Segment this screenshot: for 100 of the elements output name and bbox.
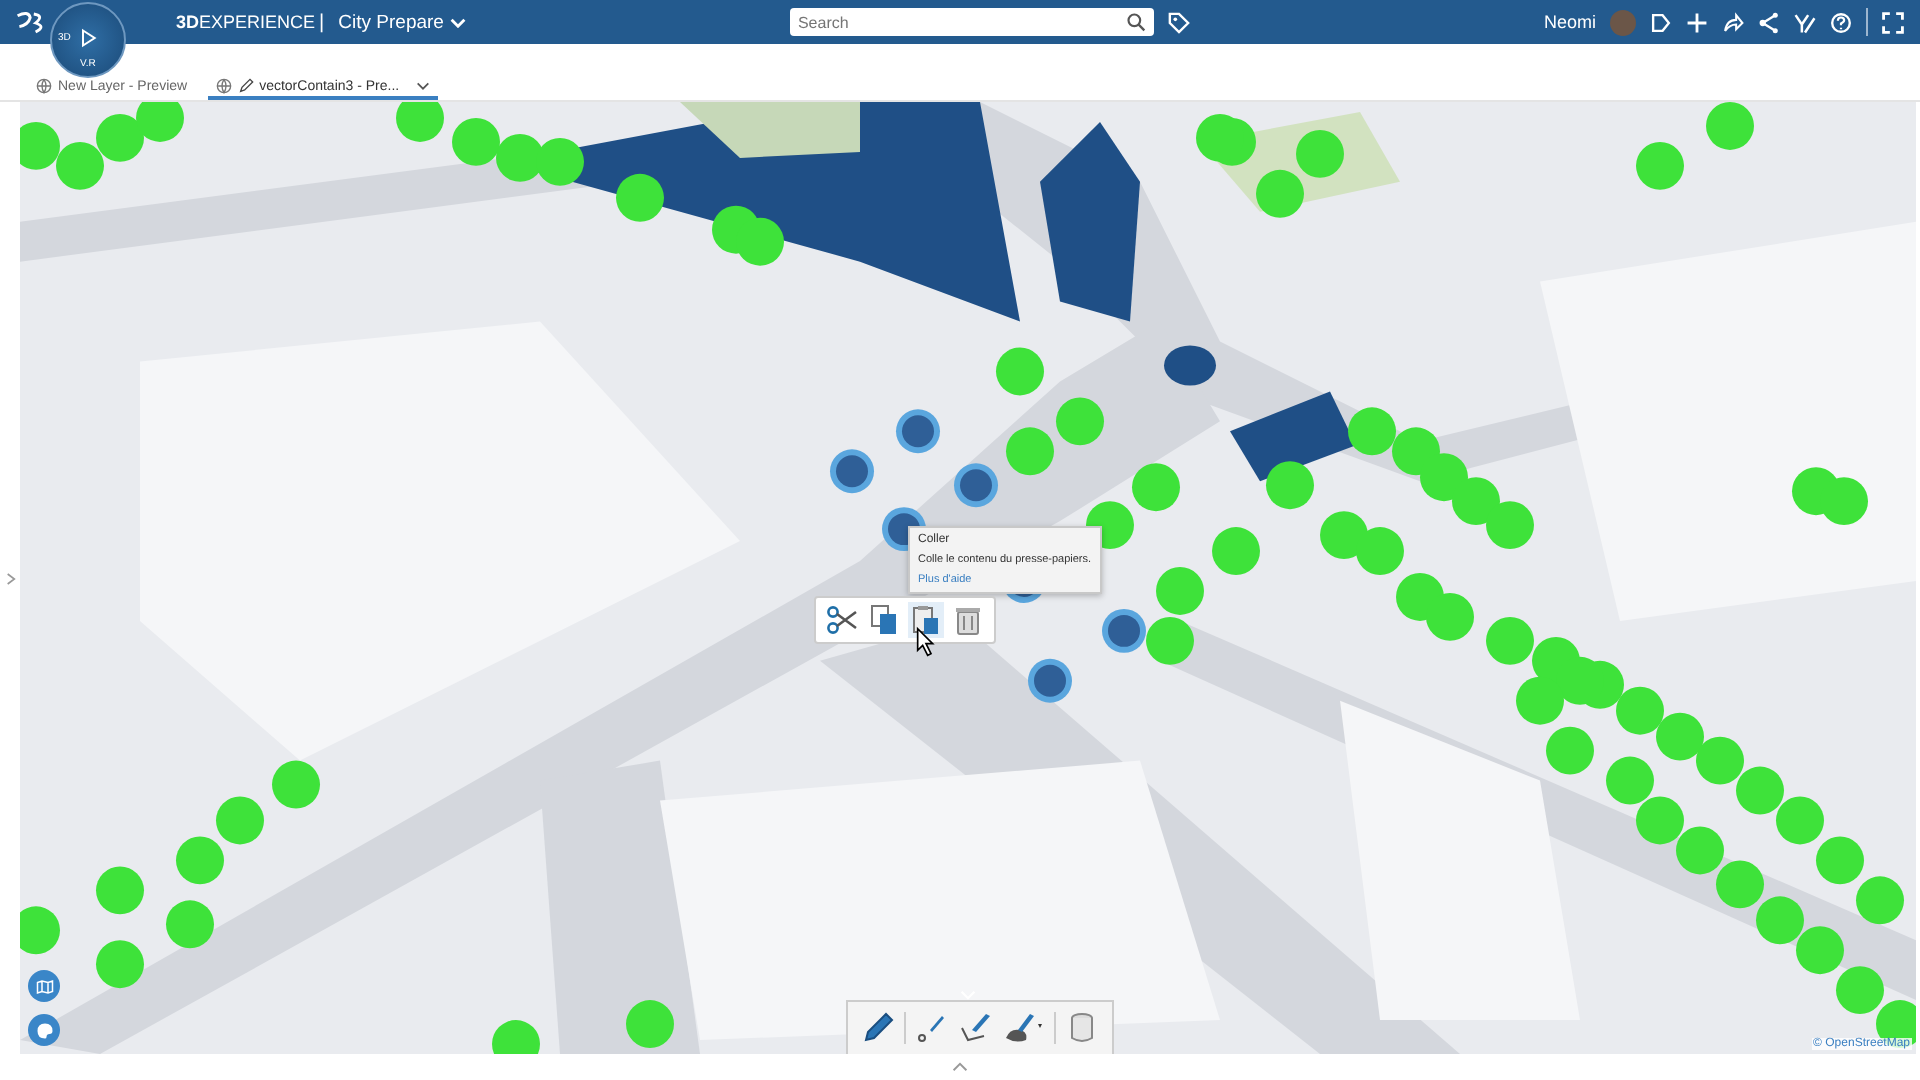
tree-marker: [626, 1000, 674, 1048]
point-marker[interactable]: [954, 463, 998, 508]
tree-marker: [20, 906, 60, 955]
tree-marker: [1256, 169, 1304, 218]
pencil-tool-button[interactable]: [860, 1010, 896, 1046]
tree-marker: [1132, 463, 1180, 512]
tree-marker: [452, 117, 500, 166]
tree-marker: [1296, 129, 1344, 178]
user-name[interactable]: Neomi: [1543, 12, 1596, 32]
tree-marker: [166, 900, 214, 949]
tag-outline-icon[interactable]: [1650, 11, 1672, 33]
polygon-pen-icon: [1004, 1012, 1044, 1044]
copy-button[interactable]: [866, 602, 902, 638]
tree-marker: [216, 796, 264, 845]
tree-marker: [536, 137, 584, 186]
tree-marker: [396, 102, 444, 142]
clipboard-icon: [910, 604, 942, 636]
fullscreen-icon[interactable]: [1882, 11, 1904, 33]
tree-marker: [1636, 796, 1684, 845]
globe-icon: [215, 78, 232, 94]
scissors-icon: [826, 604, 858, 636]
tree-marker: [1696, 736, 1744, 785]
tree-marker: [1656, 712, 1704, 761]
point-tool-button[interactable]: [914, 1010, 950, 1046]
water-area: [1230, 391, 1356, 482]
tree-marker: [616, 173, 664, 222]
tree-marker: [496, 133, 544, 182]
chevron-up-icon[interactable]: [952, 1062, 968, 1072]
tree-marker: [1156, 567, 1204, 615]
tree-marker: [1546, 726, 1594, 775]
tree-marker: [272, 760, 320, 809]
globe-icon: [36, 78, 52, 94]
tree-marker: [1756, 896, 1804, 945]
tree-marker: [1676, 826, 1724, 875]
tree-marker: [176, 836, 224, 885]
tree-marker: [1516, 676, 1564, 725]
brand-separator: |: [319, 11, 325, 33]
share-arrow-icon[interactable]: [1722, 11, 1744, 33]
point-pen-icon: [916, 1012, 948, 1044]
tree-marker: [1356, 527, 1404, 575]
search-icon: [1125, 12, 1146, 32]
map-icon: [35, 977, 53, 995]
tree-marker: [1056, 397, 1104, 446]
tree-marker: [1320, 511, 1368, 560]
tree-marker: [1736, 766, 1784, 815]
point-marker[interactable]: [1028, 658, 1072, 703]
app-selector[interactable]: City Prepare: [338, 11, 466, 33]
point-marker[interactable]: [1102, 608, 1146, 653]
tree-marker: [1706, 102, 1754, 150]
chevron-down-icon: [449, 17, 466, 27]
tree-marker: [1146, 616, 1194, 665]
point-marker[interactable]: [830, 449, 874, 494]
tree-marker: [736, 217, 784, 266]
tree-marker: [1856, 876, 1904, 925]
water-area: [1164, 345, 1216, 386]
tree-marker: [1776, 796, 1824, 845]
trash-icon: [952, 604, 984, 636]
palette-icon: [35, 1021, 53, 1039]
tree-marker: [1420, 453, 1468, 502]
tree-marker: [56, 141, 104, 190]
tree-marker: [96, 940, 144, 989]
tree-marker: [20, 121, 60, 170]
tree-marker: [1348, 407, 1396, 456]
paste-button[interactable]: [908, 602, 944, 638]
delete-button[interactable]: [950, 602, 986, 638]
tree-marker: [1636, 141, 1684, 190]
tree-marker: [1820, 477, 1868, 526]
tree-marker: [96, 866, 144, 915]
database-icon: [1066, 1012, 1098, 1044]
chevron-down-icon: [415, 82, 430, 90]
tree-marker: [492, 1020, 540, 1054]
polyline-pen-icon: [960, 1012, 992, 1044]
network-icon[interactable]: [1758, 11, 1780, 33]
tree-marker: [1606, 756, 1654, 805]
plus-icon[interactable]: [1686, 11, 1708, 33]
tree-marker: [1006, 427, 1054, 476]
cut-button[interactable]: [824, 602, 860, 638]
help-icon[interactable]: [1830, 11, 1852, 33]
polyline-tool-button[interactable]: [958, 1010, 994, 1046]
polygon-tool-button[interactable]: [1002, 1010, 1046, 1046]
tree-marker: [1616, 686, 1664, 735]
point-marker[interactable]: [896, 409, 940, 454]
tree-marker: [136, 102, 184, 142]
tag-icon[interactable]: [1167, 11, 1190, 33]
tree-marker: [1486, 616, 1534, 665]
tree-marker: [1836, 966, 1884, 1015]
tree-marker: [1796, 926, 1844, 975]
play-icon[interactable]: [78, 28, 98, 48]
mouse-pointer-icon: [916, 626, 936, 658]
search-field[interactable]: Search: [789, 8, 1154, 36]
tree-marker: [1212, 527, 1260, 575]
pencil-icon: [862, 1012, 894, 1044]
copy-icon: [868, 604, 900, 636]
tree-marker: [1266, 461, 1314, 510]
tree-marker: [1452, 477, 1500, 526]
tree-marker: [1486, 501, 1534, 550]
tree-marker: [1426, 592, 1474, 641]
tree-marker: [996, 347, 1044, 396]
app-brand: 3DEXPERIENCE: [176, 12, 316, 32]
tree-marker: [1816, 836, 1864, 885]
